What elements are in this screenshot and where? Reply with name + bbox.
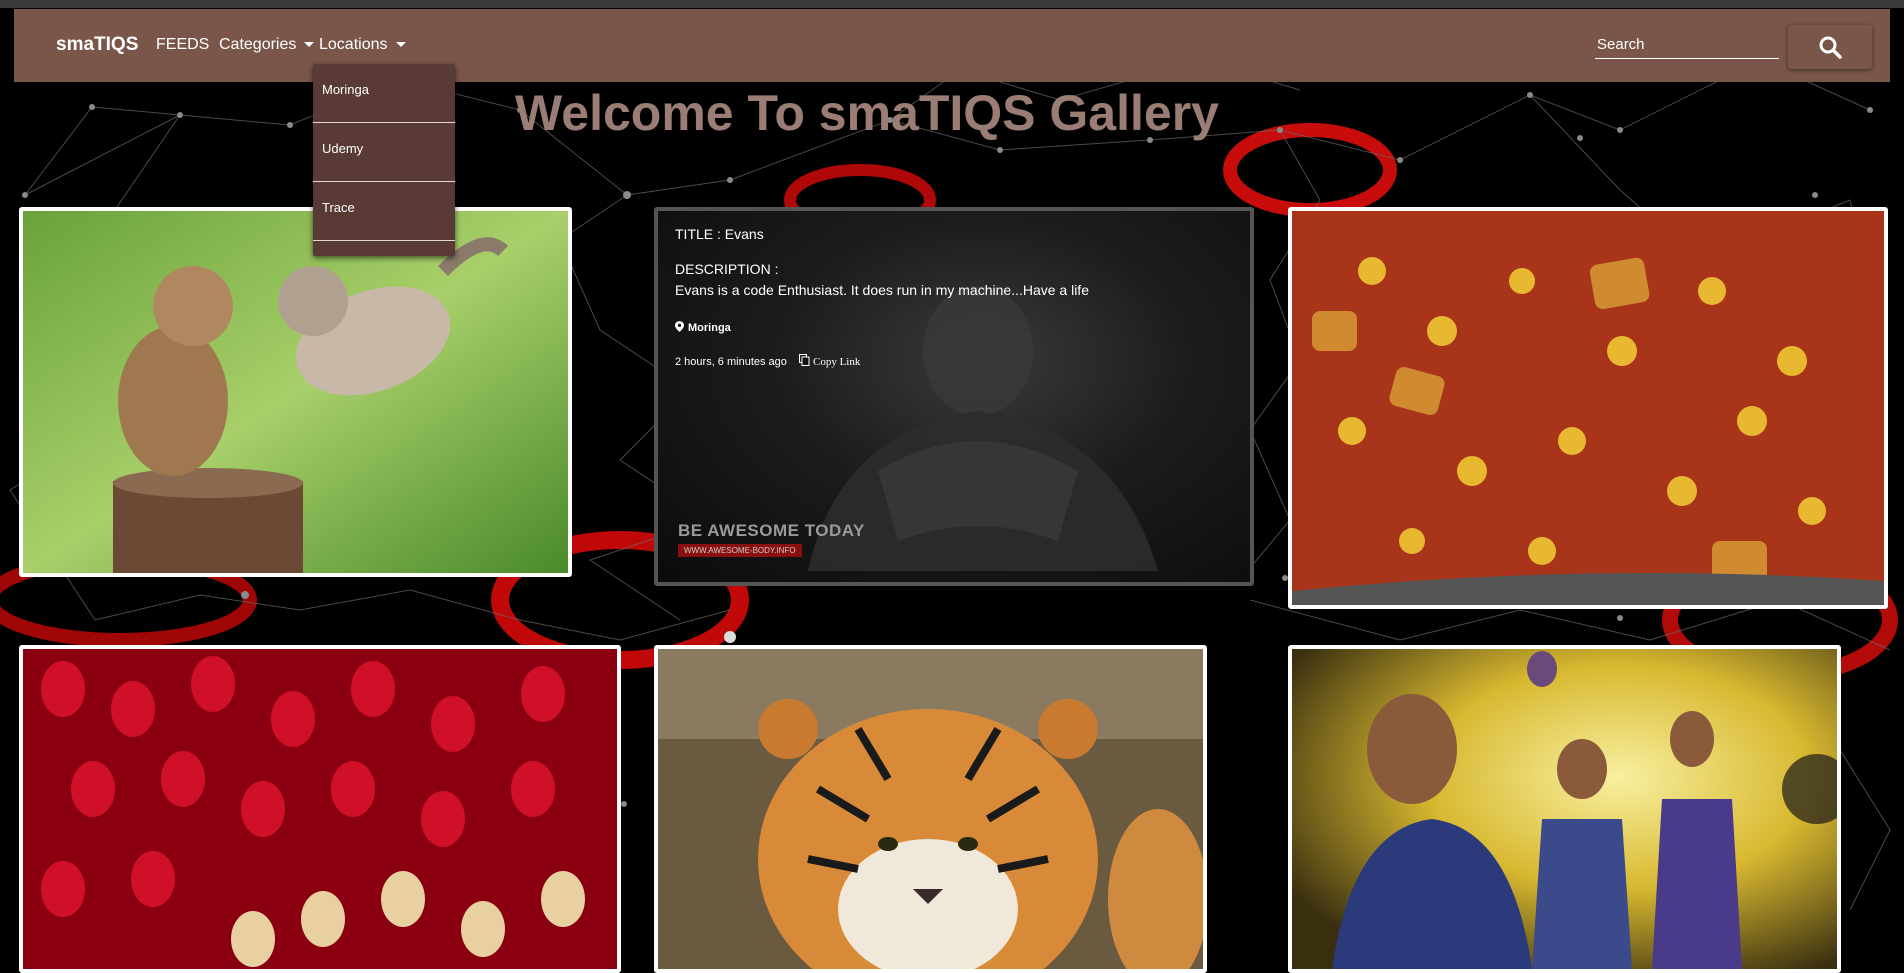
gallery-image-pomegranate[interactable] bbox=[19, 645, 621, 973]
dropdown-item-label: Trace bbox=[322, 200, 355, 215]
chevron-down-icon bbox=[395, 42, 406, 48]
dropdown-item-moringa[interactable]: Moringa bbox=[313, 64, 455, 123]
post-description-label: DESCRIPTION : bbox=[675, 261, 779, 277]
chevron-down-icon bbox=[304, 42, 315, 48]
locations-dropdown-menu: Moringa Udemy Trace bbox=[313, 64, 455, 256]
post-time-ago: 2 hours, 6 minutes ago bbox=[675, 356, 787, 368]
image-caption: BE AWESOME TODAY bbox=[678, 521, 865, 540]
image-caption-url: WWW.AWESOME-BODY.INFO bbox=[678, 544, 802, 557]
gallery-image-tiger[interactable] bbox=[654, 645, 1207, 973]
nav-locations-dropdown[interactable]: Locations bbox=[319, 36, 406, 54]
dropdown-item-udemy[interactable]: Udemy bbox=[313, 123, 455, 182]
nav-categories-dropdown[interactable]: Categories bbox=[219, 36, 315, 54]
dropdown-item-trace[interactable]: Trace bbox=[313, 182, 455, 241]
post-location-label: Moringa bbox=[688, 322, 731, 334]
gallery-image-food[interactable] bbox=[1288, 207, 1888, 609]
dropdown-item-label: Udemy bbox=[322, 141, 364, 156]
stew-image bbox=[1292, 211, 1884, 605]
gallery-image-basketball[interactable] bbox=[1288, 645, 1841, 973]
nav-categories-label: Categories bbox=[219, 36, 297, 53]
search-input[interactable] bbox=[1595, 30, 1779, 59]
search-button[interactable] bbox=[1788, 25, 1872, 69]
copy-link-label: Copy Link bbox=[813, 356, 861, 368]
page-title: Welcome To smaTIQS Gallery bbox=[515, 85, 1219, 141]
basketball-players-image bbox=[1292, 649, 1837, 969]
kittens-image bbox=[23, 211, 568, 573]
post-description: Evans is a code Enthusiast. It does run … bbox=[675, 282, 1089, 298]
gallery-image-kittens[interactable] bbox=[19, 207, 572, 577]
nav-feeds-link[interactable]: FEEDS bbox=[156, 36, 209, 54]
navbar: smaTIQS FEEDS Categories Locations bbox=[14, 9, 1890, 82]
post-title: TITLE : Evans bbox=[675, 226, 764, 242]
nav-locations-label: Locations bbox=[319, 36, 388, 53]
tiger-image bbox=[658, 649, 1203, 969]
dropdown-item-label: Moringa bbox=[322, 82, 369, 97]
post-info-card: TITLE : Evans DESCRIPTION : Evans is a c… bbox=[654, 207, 1254, 586]
copy-link-button[interactable]: Copy Link bbox=[799, 354, 860, 368]
map-pin-icon bbox=[675, 321, 684, 332]
search-icon bbox=[1819, 36, 1842, 59]
copy-icon bbox=[799, 354, 810, 366]
post-location[interactable]: Moringa bbox=[675, 321, 731, 334]
pomegranate-image bbox=[23, 649, 617, 969]
brand-logo[interactable]: smaTIQS bbox=[56, 34, 138, 56]
browser-top-strip bbox=[0, 0, 1904, 8]
